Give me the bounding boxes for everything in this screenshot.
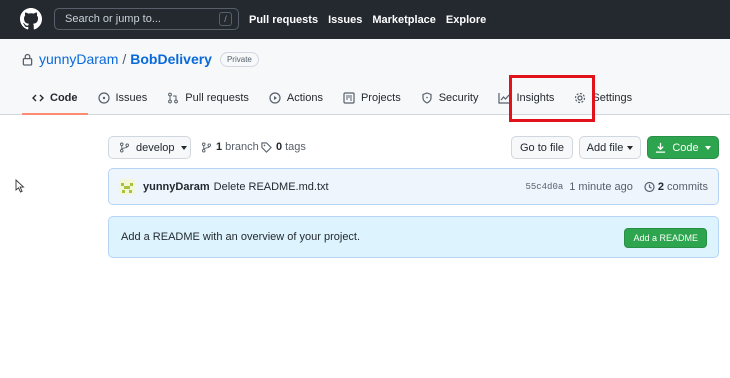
tab-actions-label: Actions — [286, 92, 323, 104]
slash-shortcut-key: / — [219, 12, 232, 26]
branches-link[interactable]: 1 branch — [201, 141, 259, 153]
branch-count: 1 — [216, 141, 223, 153]
global-nav: Pull requests Issues Marketplace Explore — [249, 0, 496, 39]
mouse-cursor-icon — [15, 179, 25, 193]
commit-time: 1 minute ago — [569, 180, 633, 193]
nav-pull-requests[interactable]: Pull requests — [249, 14, 318, 26]
repository-header: yunnyDaram / BobDelivery Private Code Is… — [0, 39, 730, 115]
commits-count-label: commits — [667, 180, 708, 193]
play-icon — [269, 92, 281, 104]
repo-title: yunnyDaram / BobDelivery Private — [22, 51, 259, 67]
branch-name: develop — [136, 141, 175, 154]
pull-request-icon — [168, 92, 179, 104]
commit-message[interactable]: Delete README.md.txt — [214, 181, 329, 193]
code-dropdown-button[interactable]: Code — [647, 136, 719, 159]
repo-owner-link[interactable]: yunnyDaram — [39, 51, 118, 67]
issue-icon — [97, 92, 110, 104]
github-logo-icon[interactable] — [20, 8, 42, 30]
branch-select-button[interactable]: develop — [108, 136, 191, 159]
search-input[interactable]: Search or jump to... / — [54, 8, 239, 30]
search-placeholder: Search or jump to... — [65, 13, 161, 25]
add-file-label: Add file — [586, 141, 624, 154]
tab-code-label: Code — [50, 92, 78, 104]
chevron-down-icon — [704, 145, 711, 150]
tab-settings-label: Settings — [592, 92, 633, 104]
latest-commit-bar: yunnyDaram Delete README.md.txt 55c4d0a … — [108, 168, 719, 205]
repo-path-separator: / — [122, 51, 127, 67]
branch-icon — [120, 142, 129, 153]
tag-icon — [261, 141, 272, 153]
commit-author[interactable]: yunnyDaram — [143, 181, 210, 193]
project-icon — [343, 92, 355, 104]
tab-security[interactable]: Security — [411, 81, 489, 115]
go-to-file-button[interactable]: Go to file — [511, 136, 573, 159]
branch-icon — [202, 142, 211, 152]
tab-code[interactable]: Code — [22, 81, 88, 115]
tags-link[interactable]: 0 tags — [261, 141, 306, 153]
tab-pull-requests-label: Pull requests — [185, 92, 249, 104]
commit-meta: 55c4d0a 1 minute ago 2 commits — [525, 169, 708, 204]
readme-prompt-text: Add a README with an overview of your pr… — [121, 231, 361, 243]
nav-explore[interactable]: Explore — [446, 14, 486, 26]
add-readme-button[interactable]: Add a README — [624, 228, 707, 248]
chevron-down-icon — [627, 145, 634, 150]
tab-issues[interactable]: Issues — [88, 81, 158, 115]
global-header: Search or jump to... / Pull requests Iss… — [0, 0, 730, 39]
readme-prompt-banner: Add a README with an overview of your pr… — [108, 216, 719, 258]
avatar[interactable] — [119, 178, 135, 195]
settings-highlight-box — [509, 75, 595, 122]
tab-pull-requests[interactable]: Pull requests — [157, 81, 259, 115]
history-icon — [644, 181, 655, 192]
tag-count: 0 — [276, 141, 283, 153]
add-file-button[interactable]: Add file — [579, 136, 641, 159]
commit-sha[interactable]: 55c4d0a — [525, 182, 563, 192]
code-icon — [32, 94, 44, 102]
lock-icon — [22, 53, 33, 66]
tab-issues-label: Issues — [115, 92, 148, 104]
tag-count-label: tags — [285, 141, 306, 153]
tab-security-label: Security — [438, 92, 479, 104]
nav-marketplace[interactable]: Marketplace — [372, 14, 436, 26]
go-to-file-label: Go to file — [519, 141, 565, 154]
commits-link[interactable]: 2 commits — [658, 181, 708, 193]
branch-count-label: branch — [225, 141, 259, 153]
visibility-badge: Private — [219, 51, 259, 67]
nav-issues[interactable]: Issues — [328, 14, 362, 26]
tab-projects[interactable]: Projects — [333, 81, 411, 115]
code-button-label: Code — [672, 141, 699, 154]
shield-icon — [422, 92, 432, 104]
chevron-down-icon — [180, 145, 187, 150]
repo-name-link[interactable]: BobDelivery — [130, 51, 212, 67]
tab-projects-label: Projects — [360, 92, 401, 104]
download-icon — [656, 142, 666, 153]
commits-count: 2 — [657, 180, 664, 193]
tab-actions[interactable]: Actions — [259, 81, 333, 115]
